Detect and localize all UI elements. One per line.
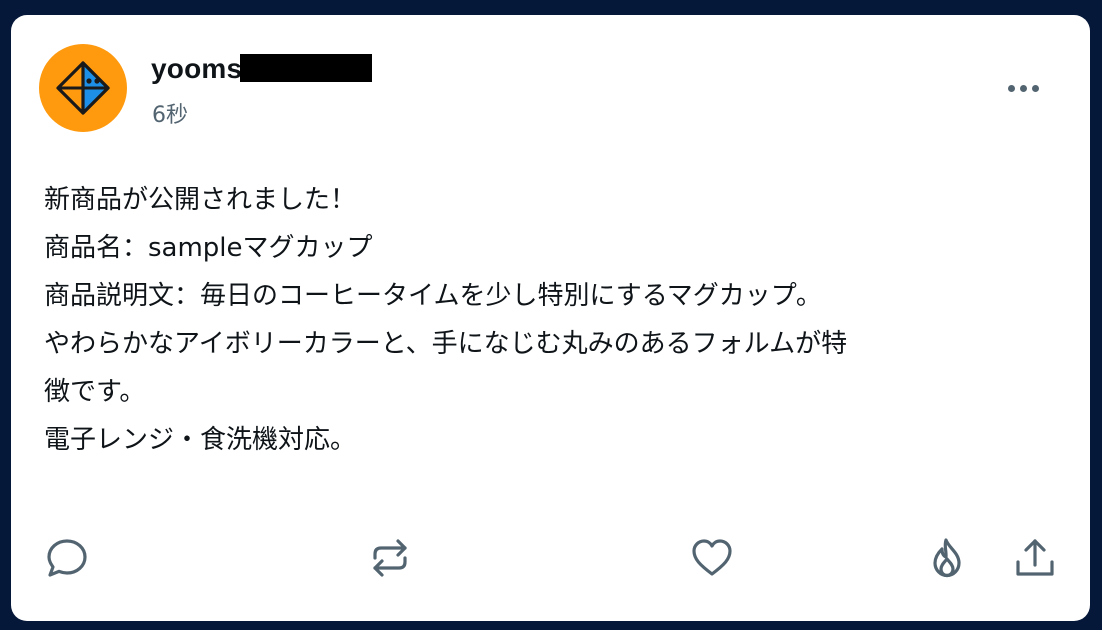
heart-icon bbox=[692, 539, 732, 576]
share-button[interactable] bbox=[1011, 534, 1059, 582]
repost-arrows-icon bbox=[373, 539, 407, 577]
post-line: 商品説明文：毎日のコーヒータイムを少し特別にするマグカップ。 bbox=[44, 281, 822, 311]
post-body: 新商品が公開されました！ 商品名：sampleマグカップ 商品説明文：毎日のコー… bbox=[44, 176, 1054, 464]
share-upload-icon bbox=[1016, 539, 1054, 576]
more-options-button[interactable] bbox=[997, 73, 1049, 103]
reply-button[interactable] bbox=[43, 534, 91, 582]
post-card: yooms 6秒 新商品が公開されました！ 商品名：sampleマグカップ 商品… bbox=[11, 15, 1090, 621]
speech-bubble-icon bbox=[47, 539, 87, 577]
author-username[interactable]: yooms bbox=[151, 53, 242, 85]
boost-button[interactable] bbox=[923, 534, 971, 582]
more-dot-icon bbox=[1019, 84, 1027, 92]
more-dot-icon bbox=[1031, 84, 1039, 92]
like-button[interactable] bbox=[688, 534, 736, 582]
post-line: 徴です。 bbox=[44, 377, 146, 407]
post-line: 電子レンジ・食洗機対応。 bbox=[44, 425, 357, 455]
author-row: yooms bbox=[151, 49, 373, 89]
post-line: やわらかなアイボリーカラーと、手になじむ丸みのあるフォルムが特 bbox=[44, 329, 848, 359]
repost-button[interactable] bbox=[366, 534, 414, 582]
post-timestamp[interactable]: 6秒 bbox=[152, 97, 188, 129]
post-line: 商品名：sampleマグカップ bbox=[44, 233, 373, 263]
more-dot-icon bbox=[1007, 84, 1015, 92]
post-line: 新商品が公開されました！ bbox=[44, 185, 357, 215]
orange-diamond-logo-icon bbox=[56, 61, 110, 115]
flame-icon bbox=[933, 538, 961, 578]
avatar[interactable] bbox=[39, 44, 127, 132]
redaction-bar bbox=[240, 54, 373, 82]
